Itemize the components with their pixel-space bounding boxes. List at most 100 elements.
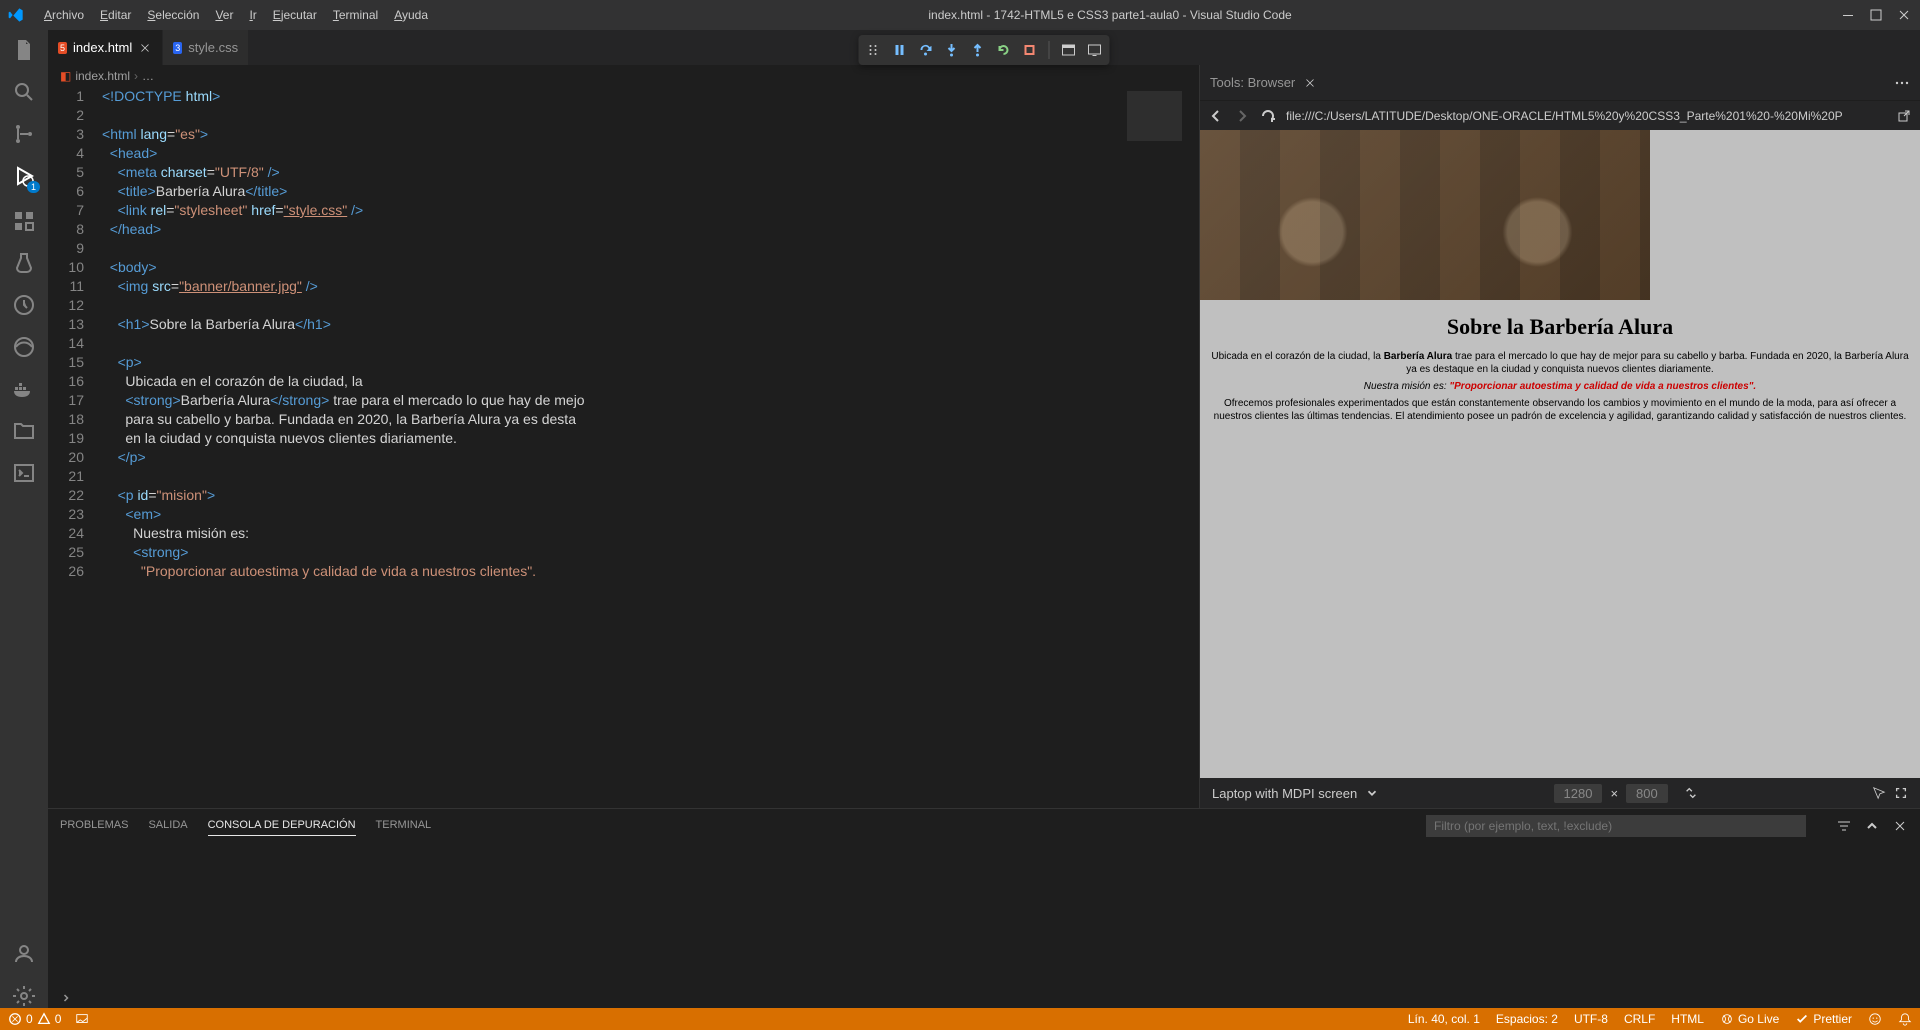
rotate-icon[interactable] [1684, 786, 1698, 800]
menu-ejecutar[interactable]: Ejecutar [265, 8, 325, 22]
breadcrumb[interactable]: ◧ index.html › … [48, 65, 1199, 87]
extensions-icon[interactable] [12, 209, 36, 233]
panel-tab-consola-de-depuración[interactable]: CONSOLA DE DEPURACIÓN [208, 815, 356, 836]
close-icon[interactable] [138, 41, 152, 55]
preview-url[interactable]: file:///C:/Users/LATITUDE/Desktop/ONE-OR… [1286, 109, 1886, 123]
vscode-logo-icon [8, 7, 24, 23]
breadcrumb-more[interactable]: … [142, 69, 154, 83]
more-icon[interactable] [1894, 75, 1910, 91]
bottom-panel: PROBLEMAS SALIDA CONSOLA DE DEPURACIÓN TERM… [48, 808, 1920, 1008]
status-debug-target[interactable] [75, 1012, 89, 1026]
menu-editar[interactable]: Editar [92, 8, 139, 22]
maximize-icon[interactable] [1868, 7, 1884, 23]
status-ln-col[interactable]: Lín. 40, col. 1 [1408, 1012, 1480, 1026]
preview-nav: file:///C:/Users/LATITUDE/Desktop/ONE-OR… [1200, 100, 1920, 130]
menu-ver[interactable]: Ver [207, 8, 241, 22]
search-icon[interactable] [12, 80, 36, 104]
preview-paragraph-3: Ofrecemos profesionales experimentados q… [1208, 397, 1912, 423]
testing-icon[interactable] [12, 251, 36, 275]
tab-index-html[interactable]: 5 index.html [48, 30, 163, 65]
debug-badge: 1 [27, 181, 40, 193]
status-go-live[interactable]: Go Live [1720, 1012, 1779, 1026]
feedback-icon[interactable] [1868, 1012, 1882, 1026]
menu-selección[interactable]: Selección [139, 8, 207, 22]
device-name[interactable]: Laptop with MDPI screen [1212, 786, 1357, 801]
css-file-icon: 3 [173, 42, 182, 54]
preview-paragraph-1: Ubicada en el corazón de la ciudad, la B… [1208, 350, 1912, 376]
panel-tab-problemas[interactable]: PROBLEMAS [60, 815, 128, 836]
open-devtools-icon[interactable] [1058, 39, 1080, 61]
restart-icon[interactable] [993, 39, 1015, 61]
folder-icon[interactable] [12, 419, 36, 443]
breadcrumb-file[interactable]: index.html [75, 69, 130, 83]
tab-style-css[interactable]: 3style.css [163, 30, 249, 65]
panel-maximize-icon[interactable] [1864, 818, 1880, 834]
debug-toolbar[interactable] [859, 35, 1110, 65]
viewport-width[interactable]: 1280 [1554, 784, 1603, 803]
debug-console-output[interactable] [48, 842, 1920, 988]
activity-bar: 1 [0, 30, 48, 1008]
chevron-right-icon: › [134, 69, 138, 83]
status-bar: 0 0 Lín. 40, col. 1 Espacios: 2 UTF-8 CR… [0, 1008, 1920, 1030]
browser-tool-title: Tools: Browser [1210, 75, 1295, 90]
minimap[interactable] [1119, 87, 1199, 808]
code-editor[interactable]: 1234567891011121314151617181920212223242… [48, 87, 1199, 808]
menubar: ArchivoEditarSelecciónVerIrEjecutarTermi… [0, 0, 1920, 30]
window-title: index.html - 1742-HTML5 e CSS3 parte1-au… [436, 8, 1784, 22]
preview-paragraph-mision: Nuestra misión es: "Proporcionar autoest… [1208, 380, 1912, 393]
preview-device-bar: Laptop with MDPI screen 1280 × 800 [1200, 778, 1920, 808]
status-spaces[interactable]: Espacios: 2 [1496, 1012, 1558, 1026]
stop-icon[interactable] [1019, 39, 1041, 61]
panel-filter-input[interactable] [1426, 815, 1806, 837]
debug-console-input-prompt[interactable] [48, 988, 1920, 1008]
screencast-icon[interactable] [1084, 39, 1106, 61]
docker-icon[interactable] [12, 377, 36, 401]
panel-tab-terminal[interactable]: TERMINAL [376, 815, 432, 836]
close-window-icon[interactable] [1896, 7, 1912, 23]
menu-terminal[interactable]: Terminal [325, 8, 386, 22]
timeline-icon[interactable] [12, 293, 36, 317]
close-icon[interactable] [1303, 76, 1317, 90]
menu-ayuda[interactable]: Ayuda [386, 8, 436, 22]
html-file-icon: ◧ [60, 69, 71, 83]
back-icon[interactable] [1208, 108, 1224, 124]
bell-icon[interactable] [1898, 1012, 1912, 1026]
forward-icon[interactable] [1234, 108, 1250, 124]
open-external-icon[interactable] [1896, 108, 1912, 124]
explorer-icon[interactable] [12, 38, 36, 62]
menu-ir[interactable]: Ir [241, 8, 264, 22]
fullscreen-icon[interactable] [1894, 786, 1908, 800]
status-language[interactable]: HTML [1671, 1012, 1704, 1026]
chevron-right-icon [60, 992, 72, 1004]
step-out-icon[interactable] [967, 39, 989, 61]
status-encoding[interactable]: UTF-8 [1574, 1012, 1608, 1026]
step-over-icon[interactable] [915, 39, 937, 61]
source-control-icon[interactable] [12, 122, 36, 146]
preview-banner-image [1200, 130, 1650, 300]
pause-icon[interactable] [889, 39, 911, 61]
html-file-icon: 5 [58, 42, 67, 54]
drag-handle-icon[interactable] [863, 39, 885, 61]
minimize-icon[interactable] [1840, 7, 1856, 23]
inspect-icon[interactable] [1872, 786, 1886, 800]
preview-heading: Sobre la Barbería Alura [1200, 314, 1920, 340]
filter-settings-icon[interactable] [1836, 818, 1852, 834]
reload-icon[interactable] [1260, 108, 1276, 124]
menu-archivo[interactable]: Archivo [36, 8, 92, 22]
tab-label: index.html [73, 40, 132, 55]
preview-viewport[interactable]: Sobre la Barbería Alura Ubicada en el co… [1200, 130, 1920, 778]
accounts-icon[interactable] [12, 942, 36, 966]
edge-devtools-icon[interactable] [12, 335, 36, 359]
panel-close-icon[interactable] [1892, 818, 1908, 834]
dimension-x: × [1610, 786, 1618, 801]
status-prettier[interactable]: Prettier [1795, 1012, 1852, 1026]
status-eol[interactable]: CRLF [1624, 1012, 1655, 1026]
settings-gear-icon[interactable] [12, 984, 36, 1008]
chevron-down-icon[interactable] [1365, 786, 1379, 800]
step-into-icon[interactable] [941, 39, 963, 61]
status-errors[interactable]: 0 0 [8, 1012, 61, 1026]
viewport-height[interactable]: 800 [1626, 784, 1668, 803]
panel-tab-salida[interactable]: SALIDA [148, 815, 187, 836]
editor-tabs: 5 index.html 3style.css [48, 30, 1920, 65]
terminal-icon[interactable] [12, 461, 36, 485]
